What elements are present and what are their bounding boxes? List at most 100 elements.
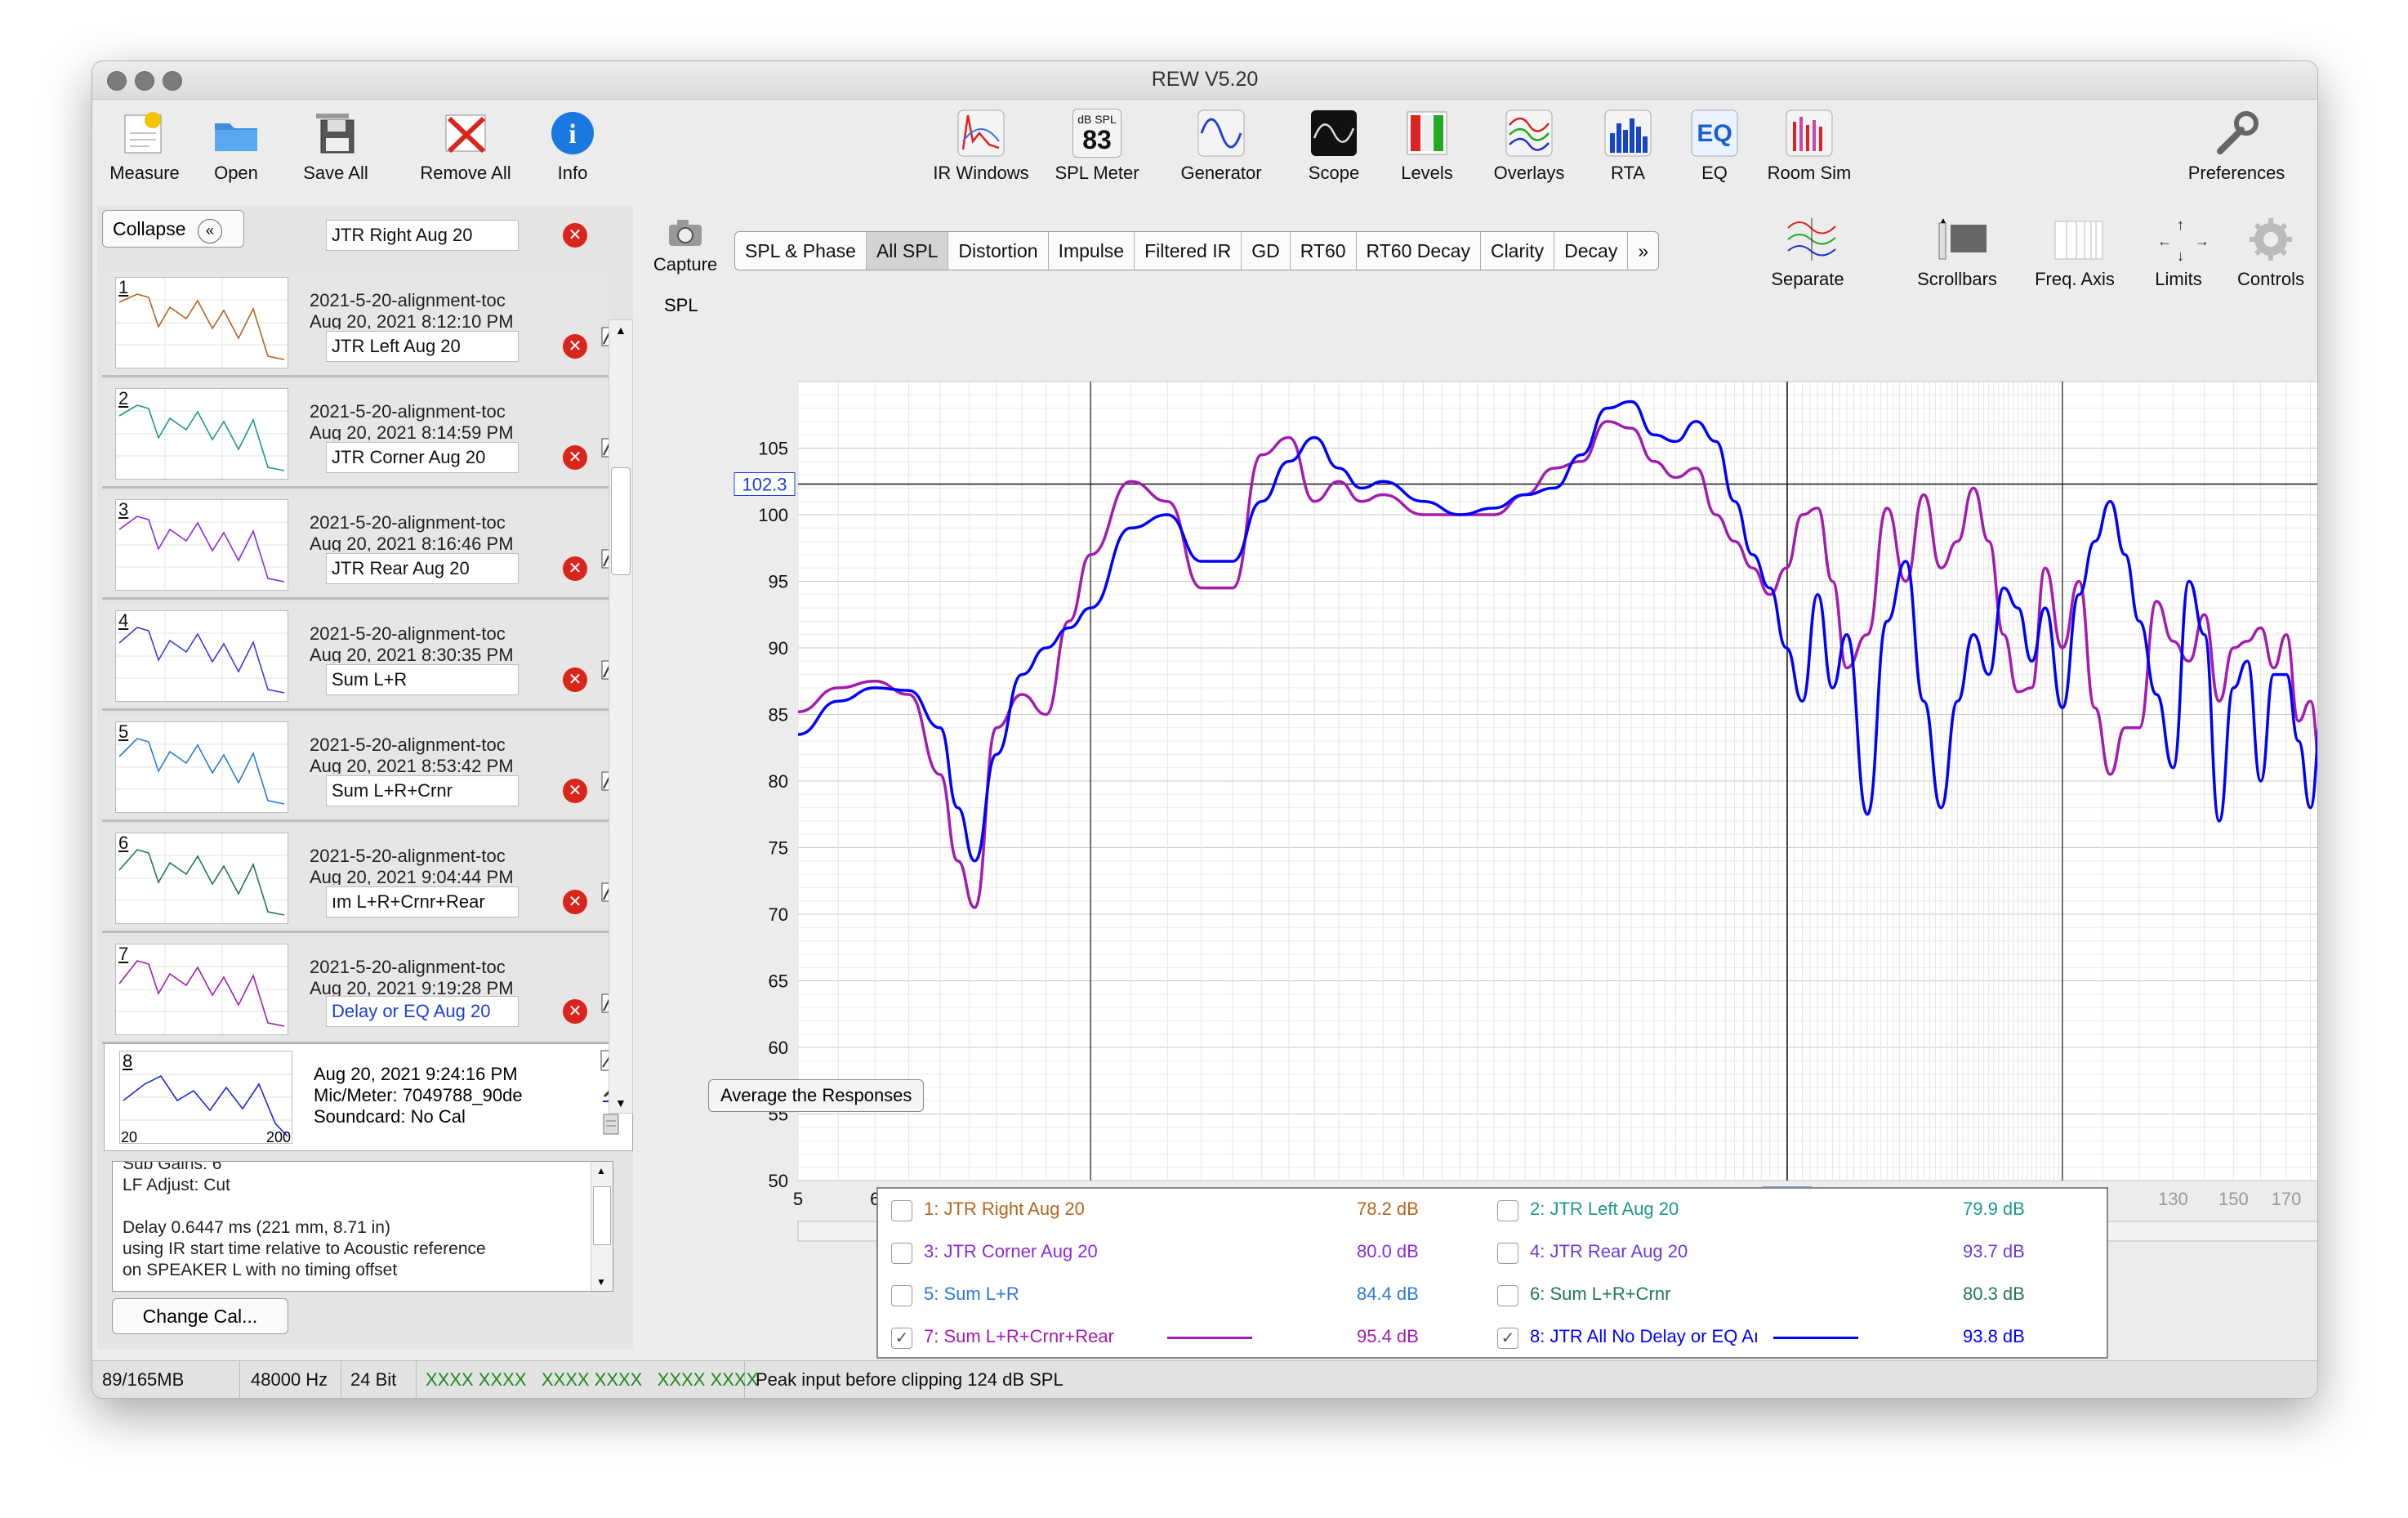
collapse-button[interactable]: Collapse « bbox=[102, 210, 244, 248]
info-button[interactable]: i Info bbox=[538, 109, 607, 184]
measurement-title-field[interactable]: JTR Corner Aug 20 bbox=[326, 442, 519, 473]
remove-all-button[interactable]: Remove All bbox=[411, 109, 520, 184]
selected-measurement[interactable]: 8 20 200 Aug 20, 2021 9:24:16 PM Mic/Met… bbox=[104, 1043, 633, 1151]
room-sim-button[interactable]: Room Sim bbox=[1759, 109, 1860, 184]
info-label: Info bbox=[557, 163, 588, 183]
overlays-button[interactable]: Overlays bbox=[1481, 109, 1577, 184]
chevron-left-icon: « bbox=[197, 219, 222, 243]
change-cal-button[interactable]: Change Cal... bbox=[112, 1298, 288, 1334]
rta-button[interactable]: RTA bbox=[1594, 109, 1662, 184]
sidebar-scrollbar[interactable]: ▲ ▼ bbox=[609, 319, 633, 1114]
legend-label: 2: JTR Left Aug 20 bbox=[1530, 1199, 1679, 1219]
measurement-title-field[interactable]: JTR Left Aug 20 bbox=[326, 331, 519, 362]
legend-checkbox[interactable]: ✓ bbox=[1497, 1328, 1518, 1349]
scope-button[interactable]: Scope bbox=[1295, 109, 1373, 184]
measurement-date-line: Aug 20, 2021 8:30:35 PM bbox=[310, 645, 514, 663]
remove-measurement-icon[interactable]: ✕ bbox=[563, 445, 587, 470]
remove-measurement-icon[interactable]: ✕ bbox=[563, 999, 587, 1024]
legend-checkbox[interactable] bbox=[891, 1200, 912, 1221]
measurement-item[interactable]: 7 2021-5-20-alignment-toc Aug 20, 2021 9:1… bbox=[102, 937, 621, 1044]
folder-icon bbox=[212, 109, 261, 158]
separate-button[interactable]: Separate bbox=[1750, 217, 1865, 290]
controls-button[interactable]: Controls bbox=[2226, 217, 2316, 290]
thumb-axis-right: 200 bbox=[266, 1129, 292, 1145]
measurement-title-field[interactable]: JTR Right Aug 20 bbox=[326, 220, 519, 251]
capture-label: Capture bbox=[653, 254, 718, 275]
notes-scroll-thumb[interactable] bbox=[593, 1186, 611, 1245]
tab-spl-phase[interactable]: SPL & Phase bbox=[735, 232, 867, 270]
measurement-sidebar: Collapse « 1 2021-5-20-alignment-toc Aug 2… bbox=[97, 205, 633, 1349]
remove-measurement-icon[interactable]: ✕ bbox=[563, 890, 587, 914]
measurement-title-field[interactable]: Sum L+R+Crnr bbox=[326, 775, 519, 806]
tab-rt60-decay[interactable]: RT60 Decay bbox=[1357, 232, 1481, 270]
measurement-title-field[interactable]: ım L+R+Crnr+Rear bbox=[326, 886, 519, 917]
thumb-axis-left: 20 bbox=[121, 1129, 138, 1145]
measurement-number: 5 bbox=[118, 721, 129, 742]
separate-icon bbox=[1783, 217, 1836, 264]
remove-measurement-icon[interactable]: ✕ bbox=[563, 556, 587, 581]
save-all-button[interactable]: Save All bbox=[295, 109, 377, 184]
measurement-title-field[interactable]: Sum L+R bbox=[326, 664, 519, 695]
selected-title-field[interactable]: Delay or EQ Aug 20 bbox=[326, 996, 519, 1027]
scope-label: Scope bbox=[1308, 163, 1360, 183]
spl-chart[interactable]: 5055606570758085909510010556789102030405… bbox=[680, 306, 2318, 1254]
tab-gd[interactable]: GD bbox=[1242, 232, 1291, 270]
measurement-number: 3 bbox=[118, 499, 129, 520]
average-responses-button[interactable]: Average the Responses bbox=[708, 1079, 925, 1112]
tab-filtered-ir[interactable]: Filtered IR bbox=[1135, 232, 1242, 270]
levels-button[interactable]: Levels bbox=[1388, 109, 1466, 184]
legend-checkbox[interactable] bbox=[1497, 1285, 1518, 1306]
scroll-down-icon[interactable]: ▼ bbox=[596, 1276, 606, 1288]
legend-value: 78.2 dB bbox=[1357, 1199, 1419, 1219]
save-icon bbox=[311, 109, 360, 158]
measurement-thumbnail bbox=[115, 721, 288, 813]
spl-meter-icon: dB SPL 83 bbox=[1072, 109, 1122, 158]
svg-text:←: ← bbox=[2157, 233, 2172, 249]
scroll-down-icon[interactable]: ▼ bbox=[615, 1096, 627, 1109]
scroll-up-icon[interactable]: ▲ bbox=[615, 324, 627, 337]
open-button[interactable]: Open bbox=[202, 109, 270, 184]
overlays-icon bbox=[1505, 109, 1554, 158]
spl-meter-button[interactable]: dB SPL 83 SPL Meter bbox=[1051, 109, 1143, 184]
limits-button[interactable]: ↑ ↓ ← → Limits bbox=[2138, 217, 2219, 290]
sidebar-scroll-thumb[interactable] bbox=[611, 467, 631, 575]
tab--[interactable]: » bbox=[1628, 232, 1658, 270]
measurement-thumbnail bbox=[115, 388, 288, 480]
capture-button[interactable]: Capture bbox=[644, 217, 726, 275]
measurement-thumbnail bbox=[115, 944, 288, 1035]
remove-measurement-icon[interactable]: ✕ bbox=[563, 223, 587, 248]
legend-checkbox[interactable] bbox=[1497, 1243, 1518, 1264]
measurement-date-line: Aug 20, 2021 9:04:44 PM bbox=[310, 867, 514, 885]
tab-decay[interactable]: Decay bbox=[1554, 232, 1629, 270]
eq-button[interactable]: EQ EQ bbox=[1680, 109, 1749, 184]
generator-button[interactable]: Generator bbox=[1169, 109, 1273, 184]
y-tick-label: 90 bbox=[769, 638, 788, 659]
notes-area[interactable]: Sub Gains: 6 LF Adjust: Cut Delay 0.6447 m… bbox=[112, 1161, 613, 1292]
legend-checkbox[interactable] bbox=[891, 1243, 912, 1264]
freq-axis-icon bbox=[2050, 217, 2103, 264]
status-bar: 89/165MB 48000 Hz 24 Bit XXXX XXXX XXXX … bbox=[92, 1360, 2317, 1398]
tab-impulse[interactable]: Impulse bbox=[1049, 232, 1135, 270]
tab-rt60[interactable]: RT60 bbox=[1291, 232, 1357, 270]
notes-scrollbar[interactable]: ▲ ▼ bbox=[591, 1162, 613, 1291]
ir-windows-button[interactable]: IR Windows bbox=[929, 109, 1033, 184]
measurement-date-line: Aug 20, 2021 8:12:10 PM bbox=[310, 311, 514, 329]
legend-checkbox[interactable] bbox=[891, 1285, 912, 1306]
scroll-up-icon[interactable]: ▲ bbox=[596, 1165, 606, 1176]
freq-axis-button[interactable]: Freq. Axis bbox=[2022, 217, 2128, 290]
tab-clarity[interactable]: Clarity bbox=[1481, 232, 1555, 270]
preferences-button[interactable]: Preferences bbox=[2182, 109, 2291, 184]
remove-measurement-icon[interactable]: ✕ bbox=[563, 667, 587, 692]
scrollbars-icon: ▲ bbox=[1933, 217, 1987, 264]
remove-measurement-icon[interactable]: ✕ bbox=[563, 334, 587, 359]
scrollbars-button[interactable]: ▲ Scrollbars bbox=[1904, 217, 2010, 290]
tab-all-spl[interactable]: All SPL bbox=[866, 232, 949, 270]
tab-distortion[interactable]: Distortion bbox=[948, 232, 1049, 270]
measurement-title-field[interactable]: JTR Rear Aug 20 bbox=[326, 553, 519, 584]
legend-checkbox[interactable] bbox=[1497, 1200, 1518, 1221]
svg-text:▲: ▲ bbox=[1939, 217, 1947, 225]
legend-checkbox[interactable]: ✓ bbox=[891, 1328, 912, 1349]
document-icon[interactable] bbox=[600, 1113, 622, 1140]
remove-measurement-icon[interactable]: ✕ bbox=[563, 779, 587, 803]
measure-button[interactable]: Measure bbox=[105, 109, 184, 184]
